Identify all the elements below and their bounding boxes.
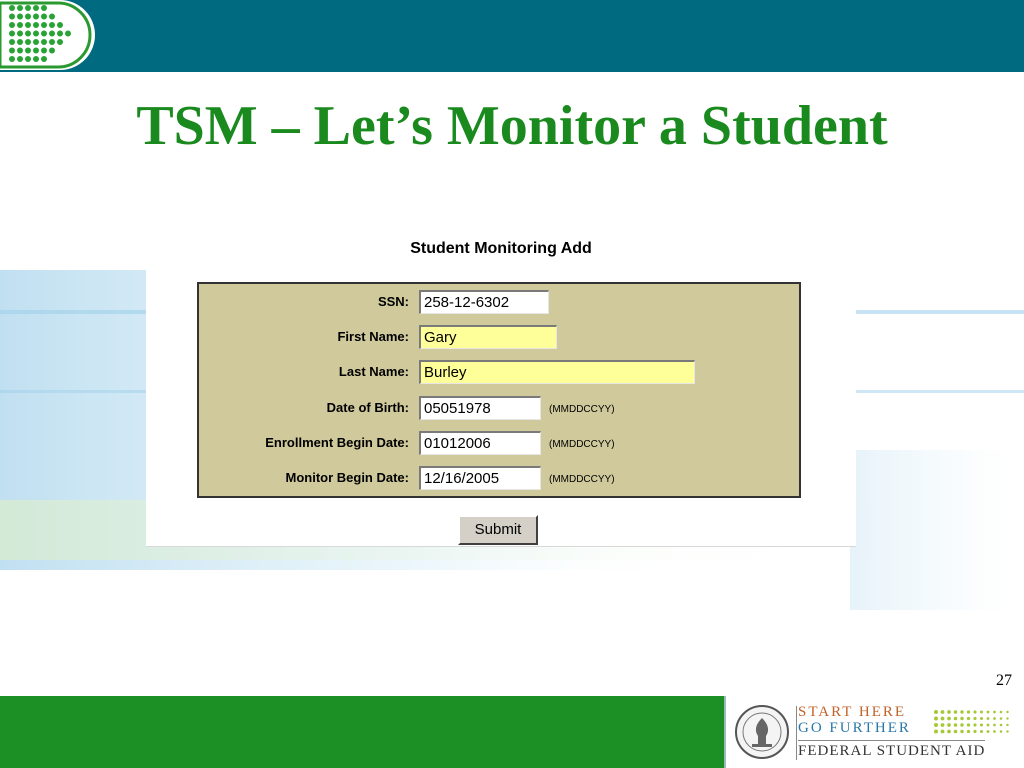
monitor-begin-input[interactable]: 12/16/2005 (419, 466, 541, 490)
fsa-agency-name: FEDERAL STUDENT AID (798, 740, 986, 760)
enrollment-format-hint: (MMDDCCYY) (549, 439, 615, 450)
last-name-input[interactable]: Burley (419, 360, 695, 384)
fsa-tagline-go: GO FURTHER (798, 720, 911, 736)
first-name-input[interactable]: Gary (419, 325, 557, 349)
enrollment-begin-row: Enrollment Begin Date: 01012006 (MMDDCCY… (199, 431, 799, 457)
form-box: SSN: 258-12-6302 First Name: Gary Last N… (197, 282, 801, 498)
fsa-logo-box: START HERE GO FURTHER FEDERAL STUDENT AI… (724, 696, 1024, 768)
enrollment-begin-input[interactable]: 01012006 (419, 431, 541, 455)
enrollment-begin-label: Enrollment Begin Date: (265, 435, 409, 450)
header-bar (0, 0, 1024, 72)
first-name-row: First Name: Gary (199, 325, 799, 351)
dot-grid-logo-icon (0, 0, 95, 70)
dob-format-hint: (MMDDCCYY) (549, 404, 615, 415)
ssn-input[interactable]: 258-12-6302 (419, 290, 549, 314)
submit-button[interactable]: Submit (458, 515, 538, 545)
dob-input[interactable]: 05051978 (419, 396, 541, 420)
last-name-row: Last Name: Burley (199, 360, 799, 386)
form-panel: Student Monitoring Add SSN: 258-12-6302 … (146, 226, 856, 547)
monitor-format-hint: (MMDDCCYY) (549, 474, 615, 485)
fsa-divider (796, 706, 797, 760)
fsa-dot-grid-icon (934, 710, 1009, 734)
form-title: Student Monitoring Add (410, 240, 592, 257)
dob-row: Date of Birth: 05051978 (MMDDCCYY) (199, 396, 799, 422)
monitor-begin-row: Monitor Begin Date: 12/16/2005 (MMDDCCYY… (199, 466, 799, 492)
slide-title: TSM – Let’s Monitor a Student (136, 95, 888, 157)
ssn-label: SSN: (377, 294, 409, 309)
dob-label: Date of Birth: (326, 400, 409, 415)
department-seal-icon (735, 705, 789, 759)
ssn-row: SSN: 258-12-6302 (199, 290, 799, 316)
monitor-begin-label: Monitor Begin Date: (285, 470, 410, 485)
first-name-label: First Name: (337, 329, 409, 344)
fsa-tagline-start: START HERE (798, 704, 907, 720)
page-number: 27 (996, 672, 1012, 689)
last-name-label: Last Name: (338, 364, 409, 379)
